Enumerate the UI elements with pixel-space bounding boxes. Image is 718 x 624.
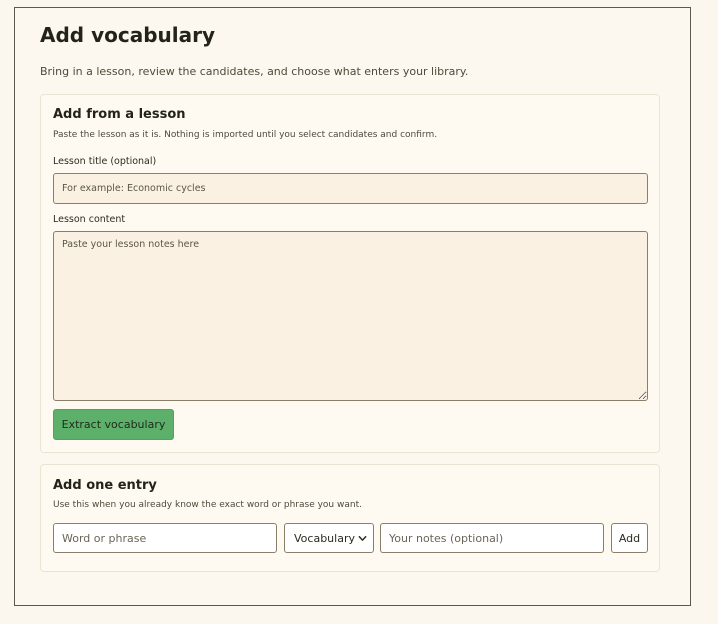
add-entry-button[interactable]: Add xyxy=(611,523,648,553)
lesson-title-label: Lesson title (optional) xyxy=(53,156,157,167)
chevron-down-icon xyxy=(358,535,367,541)
add-from-lesson-card: Add from a lesson Paste the lesson as it… xyxy=(40,94,660,453)
lesson-card-title: Add from a lesson xyxy=(53,107,186,122)
notes-input[interactable] xyxy=(380,523,604,553)
lesson-content-label: Lesson content xyxy=(53,214,126,225)
main-frame: Add vocabulary Bring in a lesson, review… xyxy=(14,7,691,606)
entry-card-title: Add one entry xyxy=(53,478,157,493)
lesson-title-input[interactable] xyxy=(53,173,648,204)
extract-vocabulary-button[interactable]: Extract vocabulary xyxy=(53,409,174,440)
page-subtitle: Bring in a lesson, review the candidates… xyxy=(40,65,469,78)
entry-card-description: Use this when you already know the exact… xyxy=(53,500,362,510)
lesson-content-textarea[interactable] xyxy=(53,231,648,401)
add-one-entry-card: Add one entry Use this when you already … xyxy=(40,464,660,572)
page-title: Add vocabulary xyxy=(40,23,216,47)
entry-type-selected-value: Vocabulary xyxy=(294,532,355,545)
lesson-card-description: Paste the lesson as it is. Nothing is im… xyxy=(53,130,438,140)
entry-type-select[interactable]: Vocabulary xyxy=(284,523,374,553)
word-or-phrase-input[interactable] xyxy=(53,523,277,553)
